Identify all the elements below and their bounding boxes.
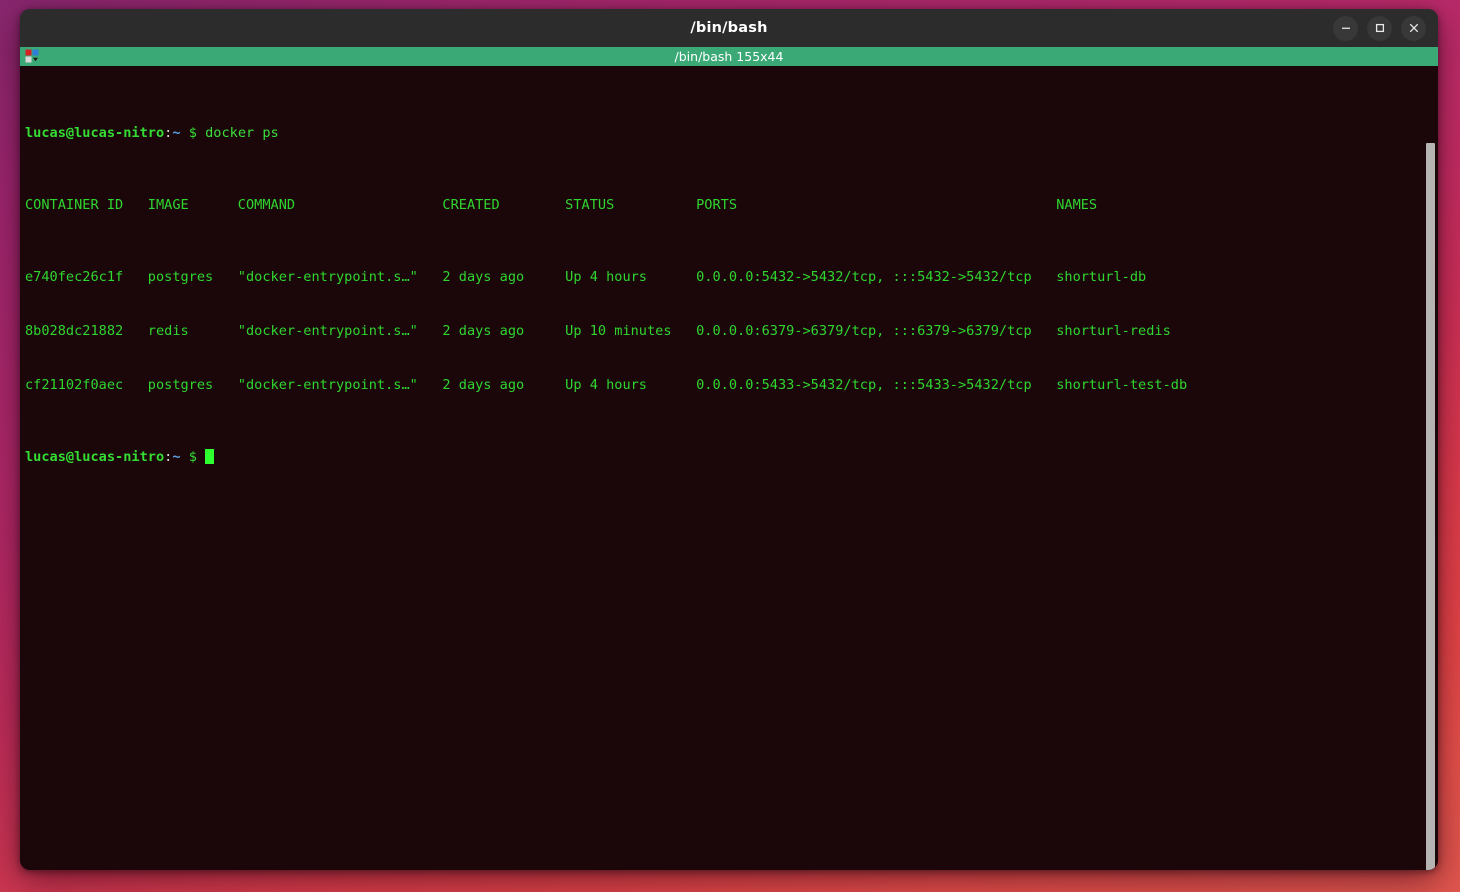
window-controls (1333, 9, 1426, 47)
terminal-window: /bin/bash /bin/bash 155x44 lucas@lucas-n… (20, 9, 1438, 870)
terminal-line-prompt-active: lucas@lucas-nitro:~ $ (25, 448, 1438, 466)
table-row: 8b028dc21882 redis "docker-entrypoint.s…… (25, 323, 1171, 339)
close-icon (1409, 23, 1418, 33)
minimize-icon (1341, 27, 1350, 29)
table-row: e740fec26c1f postgres "docker-entrypoint… (25, 269, 1147, 285)
terminal-body[interactable]: lucas@lucas-nitro:~ $ docker ps CONTAINE… (20, 66, 1438, 870)
terminal-screen: lucas@lucas-nitro:~ $ docker ps CONTAINE… (25, 70, 1438, 520)
tab-bar: /bin/bash 155x44 (20, 47, 1438, 66)
tab-grid-icon (25, 49, 39, 63)
close-button[interactable] (1401, 15, 1426, 41)
page-title: /bin/bash (690, 20, 768, 36)
prompt-dollar: $ (188, 449, 197, 465)
terminal-line-command: lucas@lucas-nitro:~ $ docker ps (25, 124, 1438, 142)
table-row: cf21102f0aec postgres "docker-entrypoint… (25, 377, 1188, 393)
prompt-symbol (181, 125, 189, 141)
prompt-path: ~ (172, 125, 181, 141)
tab-list-menu-button[interactable] (20, 47, 42, 66)
prompt-dollar: $ (188, 125, 197, 141)
maximize-icon (1375, 23, 1384, 33)
tab-bin-bash[interactable]: /bin/bash 155x44 (20, 47, 1438, 66)
prompt-user-host: lucas@lucas-nitro (25, 449, 165, 465)
maximize-button[interactable] (1367, 15, 1392, 41)
minimize-button[interactable] (1333, 15, 1358, 41)
prompt-user-host: lucas@lucas-nitro (25, 125, 165, 141)
typed-command: docker ps (205, 125, 279, 141)
window-title-bar[interactable]: /bin/bash (20, 9, 1438, 47)
prompt-path: ~ (172, 449, 181, 465)
terminal-scrollbar[interactable] (1426, 143, 1435, 870)
text-cursor (205, 449, 215, 464)
docker-ps-header-row: CONTAINER ID IMAGE COMMAND CREATED STATU… (25, 197, 1098, 213)
